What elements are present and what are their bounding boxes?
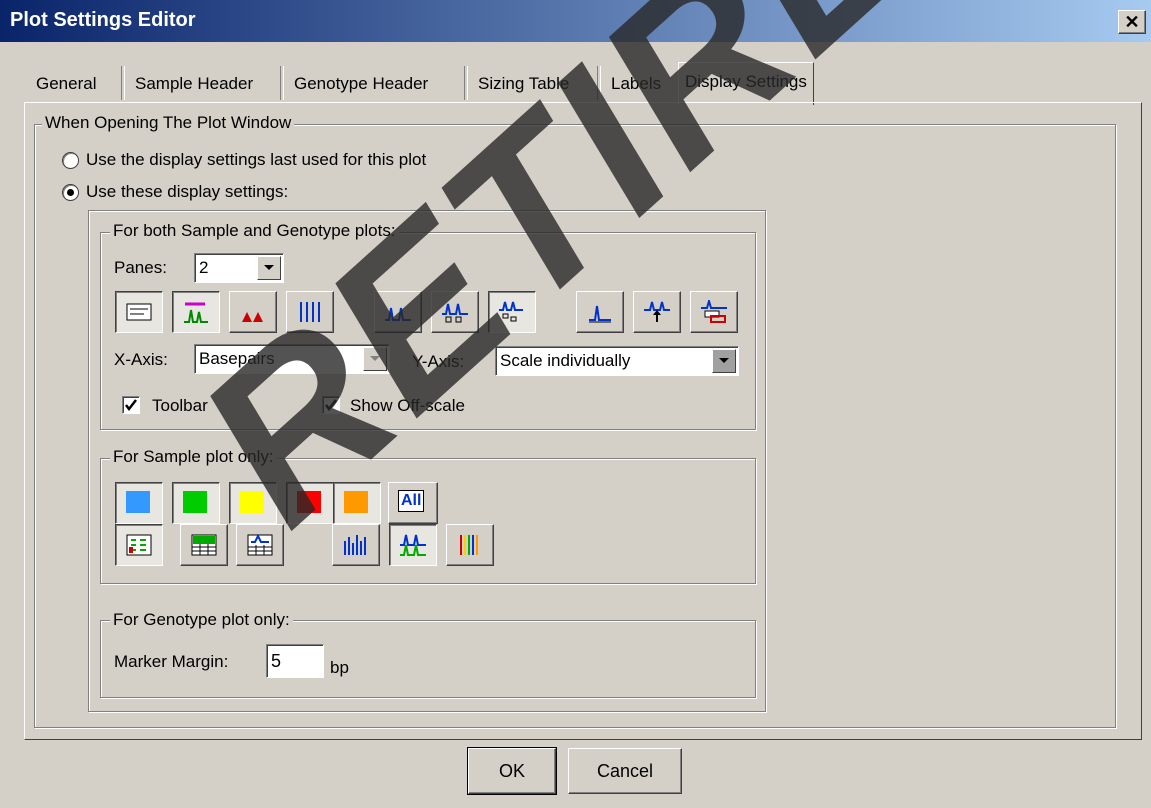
yaxis-select[interactable]: Scale individually	[495, 346, 739, 376]
peaks-single-button[interactable]	[374, 291, 422, 333]
close-button[interactable]: ✕	[1118, 10, 1146, 34]
xaxis-select[interactable]: Basepairs	[194, 344, 390, 374]
tab-display-settings[interactable]: Display Settings	[678, 62, 814, 105]
data-table-icon	[126, 534, 152, 556]
green-swatch	[183, 491, 207, 513]
radio-selected-dot	[67, 189, 74, 196]
yellow-swatch	[240, 491, 264, 513]
dye-yellow-button[interactable]	[229, 482, 277, 524]
tab-labels[interactable]: Labels	[605, 66, 667, 100]
ok-button[interactable]: OK	[467, 747, 557, 795]
marker-margin-label: Marker Margin:	[114, 652, 229, 671]
marker-margin-unit: bp	[330, 658, 349, 677]
toolbar-checkbox[interactable]	[122, 396, 140, 414]
chevron-down-icon[interactable]	[257, 256, 281, 280]
arrow-peak-button[interactable]	[633, 291, 681, 333]
dye-peaks-icon	[184, 302, 208, 323]
orange-swatch	[344, 491, 368, 513]
overlay-peaks-button[interactable]	[389, 524, 437, 566]
radio-last-used-label: Use the display settings last used for t…	[86, 150, 427, 169]
peaks-labeled-button[interactable]	[431, 291, 479, 333]
offscale-checkbox-label: Show Off-scale	[350, 396, 465, 415]
close-icon: ✕	[1124, 12, 1140, 32]
dye-green-button[interactable]	[172, 482, 220, 524]
window-title: Plot Settings Editor	[10, 9, 196, 31]
axis-peak-button[interactable]	[576, 291, 624, 333]
tab-sample-header[interactable]: Sample Header	[129, 66, 259, 100]
tab-divider	[597, 66, 601, 100]
tab-sizing-table[interactable]: Sizing Table	[472, 66, 575, 100]
table-view-2-button[interactable]	[180, 524, 228, 566]
yaxis-label: Y-Axis:	[412, 352, 465, 371]
filled-peaks-icon	[242, 312, 263, 322]
peaks-labeled-icon	[442, 303, 468, 323]
header-table-icon	[126, 303, 152, 321]
grid-table-icon	[191, 534, 217, 556]
panes-select[interactable]: 2	[194, 253, 284, 283]
checkmark-icon	[125, 399, 137, 412]
all-dyes-label: All	[398, 490, 425, 512]
peaks-multi-button[interactable]	[488, 291, 536, 333]
red-swatch	[297, 491, 321, 513]
tab-general[interactable]: General	[30, 66, 102, 100]
tab-genotype-header[interactable]: Genotype Header	[288, 66, 434, 100]
opening-group-legend: When Opening The Plot Window	[42, 113, 295, 133]
panes-label: Panes:	[114, 258, 167, 277]
header-table-button[interactable]	[115, 291, 163, 333]
stacked-lines-button[interactable]	[332, 524, 380, 566]
tab-divider	[280, 66, 284, 100]
filled-peaks-button[interactable]	[229, 291, 277, 333]
dye-blue-button[interactable]	[115, 482, 163, 524]
cancel-button[interactable]: Cancel	[568, 748, 682, 794]
marker-margin-value: 5	[271, 651, 282, 671]
table-view-3-button[interactable]	[236, 524, 284, 566]
radio-last-used[interactable]	[62, 152, 79, 169]
overlay-lines-icon	[300, 302, 320, 322]
dye-red-button[interactable]	[286, 482, 334, 524]
peak-table-button[interactable]	[690, 291, 738, 333]
both-plots-legend: For both Sample and Genotype plots:	[110, 221, 399, 241]
genotype-plot-legend: For Genotype plot only:	[110, 610, 293, 630]
table-view-1-button[interactable]	[115, 524, 163, 566]
radio-use-these[interactable]	[62, 184, 79, 201]
stacked-lines-icon	[344, 535, 366, 555]
tab-divider	[121, 66, 125, 100]
dye-peaks-button[interactable]	[172, 291, 220, 333]
dye-all-button[interactable]: All	[388, 482, 438, 524]
xaxis-label: X-Axis:	[114, 350, 168, 369]
dye-orange-button[interactable]	[333, 482, 381, 524]
color-lines-button[interactable]	[446, 524, 494, 566]
chevron-down-icon[interactable]	[712, 349, 736, 373]
peaks-multi-icon	[499, 301, 523, 322]
overlay-lines-button[interactable]	[286, 291, 334, 333]
panes-value: 2	[199, 258, 209, 277]
xaxis-value: Basepairs	[199, 349, 275, 368]
toolbar-checkbox-label: Toolbar	[152, 396, 208, 415]
sample-plot-legend: For Sample plot only:	[110, 447, 277, 467]
checkmark-icon	[325, 399, 337, 412]
marker-margin-input[interactable]: 5	[266, 644, 324, 678]
plot-table-icon	[247, 533, 273, 556]
yaxis-value: Scale individually	[500, 351, 631, 370]
chevron-down-icon[interactable]	[363, 347, 387, 371]
arrow-peak-icon	[644, 301, 670, 322]
axis-peak-icon	[589, 305, 611, 323]
radio-use-these-label: Use these display settings:	[86, 182, 289, 201]
overlay-peaks-icon	[400, 534, 426, 556]
offscale-checkbox[interactable]	[322, 396, 340, 414]
peaks-single-icon	[385, 307, 411, 321]
tab-divider	[464, 66, 468, 100]
title-bar: Plot Settings Editor ✕	[0, 0, 1151, 42]
color-lines-icon	[460, 535, 478, 555]
peak-table-icon	[701, 300, 727, 323]
blue-swatch	[126, 491, 150, 513]
